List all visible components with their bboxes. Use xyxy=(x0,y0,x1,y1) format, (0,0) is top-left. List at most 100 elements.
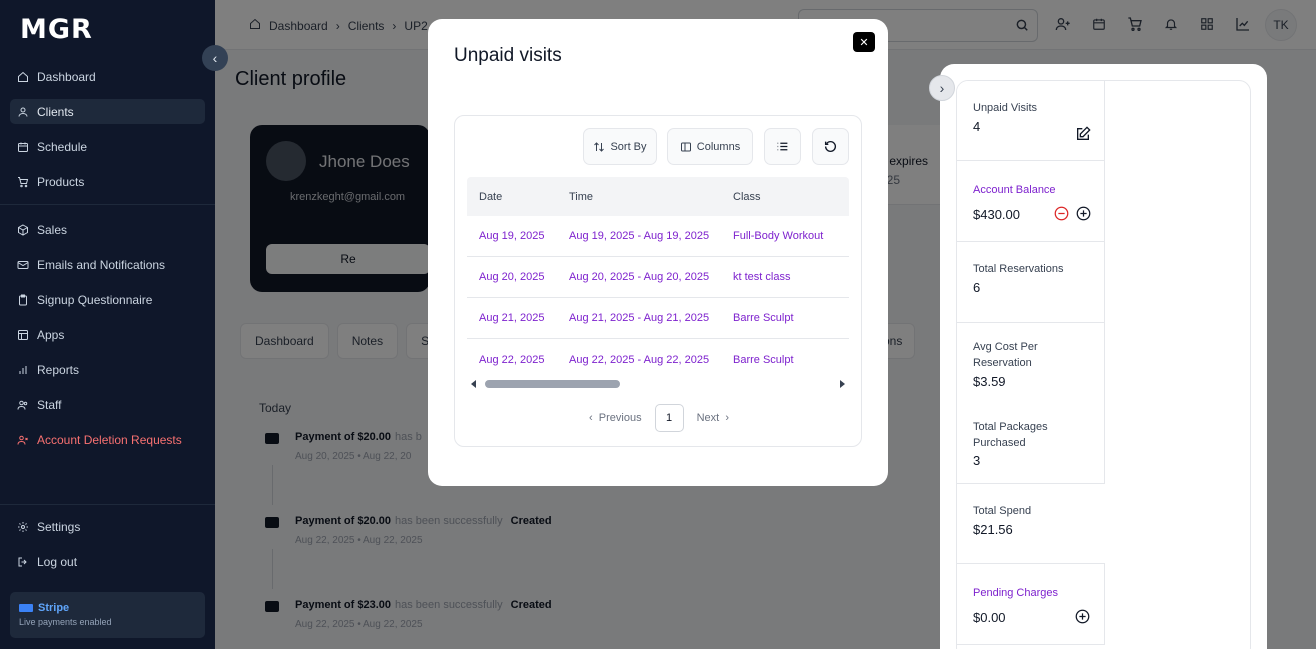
sidebar-item-label: Staff xyxy=(37,397,62,412)
sort-icon xyxy=(594,141,605,152)
clipboard-icon xyxy=(17,294,29,306)
stat-account-balance[interactable]: Account Balance $430.00 xyxy=(957,161,1105,242)
sidebar-item-schedule[interactable]: Schedule xyxy=(10,134,205,159)
sidebar-item-label: Sales xyxy=(37,222,68,237)
stat-value: 3 xyxy=(973,453,981,468)
app-logo: MGR xyxy=(20,14,93,45)
pagination: ‹ Previous 1 Next › xyxy=(455,404,863,432)
stat-label: Avg Cost Per Reservation xyxy=(973,341,1038,369)
stat-label: Total Reservations xyxy=(973,263,1064,275)
edit-icon[interactable] xyxy=(1075,126,1091,142)
stat-total-spend: Total Spend $21.56 xyxy=(957,484,1105,563)
column-header-date[interactable]: Date xyxy=(467,191,557,203)
sidebar-item-sales[interactable]: Sales xyxy=(10,217,205,242)
stat-unpaid-visits[interactable]: Unpaid Visits 4 xyxy=(957,81,1105,161)
column-header-class[interactable]: Class xyxy=(721,191,849,203)
minus-circle-icon[interactable] xyxy=(1054,206,1069,221)
cell-date: Aug 22, 2025 xyxy=(479,353,545,366)
sidebar-item-label: Log out xyxy=(37,554,78,569)
previous-page-button[interactable]: ‹ Previous xyxy=(589,412,642,424)
sidebar-item-products[interactable]: Products xyxy=(10,169,205,194)
close-icon: ✕ xyxy=(859,36,869,49)
drawer-toggle-button[interactable]: › xyxy=(929,75,955,101)
sidebar-item-reports[interactable]: Reports xyxy=(10,357,205,382)
mail-icon xyxy=(17,259,29,271)
plus-circle-icon[interactable] xyxy=(1076,206,1091,221)
modal-title: Unpaid visits xyxy=(454,45,562,66)
stat-total-reservations: Total Reservations 6 xyxy=(957,242,1105,323)
sidebar-nav: Dashboard Clients Schedule Products Sale… xyxy=(0,64,215,462)
sidebar-item-emails[interactable]: Emails and Notifications xyxy=(10,252,205,277)
refresh-icon xyxy=(824,140,837,153)
scrollbar-thumb[interactable] xyxy=(485,380,620,388)
visits-table-card: Sort By Columns Date Time Class Aug 19, … xyxy=(454,115,862,447)
users-icon xyxy=(17,399,29,411)
sidebar-item-staff[interactable]: Staff xyxy=(10,392,205,417)
cell-time: Aug 19, 2025 - Aug 19, 2025 xyxy=(569,230,710,242)
stat-value: $3.59 xyxy=(973,374,1006,389)
apps-icon xyxy=(17,329,29,341)
scroll-right-icon[interactable] xyxy=(840,380,845,388)
user-icon xyxy=(17,106,29,118)
stat-value: $0.00 xyxy=(973,610,1006,625)
stat-value: 6 xyxy=(973,280,981,295)
cell-class: Barre Sculpt xyxy=(733,312,794,324)
scroll-left-icon[interactable] xyxy=(471,380,476,388)
list-icon xyxy=(777,142,788,151)
table-row[interactable]: Aug 19, 2025 Aug 19, 2025 - Aug 19, 2025… xyxy=(467,216,849,257)
sidebar-divider xyxy=(0,504,215,505)
page-number-button[interactable]: 1 xyxy=(654,404,684,432)
calendar-icon xyxy=(17,141,29,153)
unpaid-visits-modal: Unpaid visits ✕ Sort By Columns Date Tim… xyxy=(428,19,888,486)
sort-by-button[interactable]: Sort By xyxy=(583,128,657,165)
stat-label: Account Balance xyxy=(973,184,1056,196)
sidebar-item-settings[interactable]: Settings xyxy=(10,514,205,539)
sidebar-item-label: Emails and Notifications xyxy=(37,257,166,272)
stat-avg-cost: Avg Cost Per Reservation $3.59 xyxy=(957,323,1105,404)
plus-circle-icon[interactable] xyxy=(1075,609,1090,624)
sidebar-item-apps[interactable]: Apps xyxy=(10,322,205,347)
home-icon xyxy=(17,71,29,83)
columns-label: Columns xyxy=(696,140,741,153)
stripe-title-row: Stripe xyxy=(19,602,196,614)
sidebar-item-dashboard[interactable]: Dashboard xyxy=(10,64,205,89)
table-row[interactable]: Aug 22, 2025 Aug 22, 2025 - Aug 22, 2025… xyxy=(467,339,849,380)
stripe-status-card[interactable]: Stripe Live payments enabled xyxy=(10,592,205,638)
stat-label: Total Spend xyxy=(973,505,1032,517)
refresh-button[interactable] xyxy=(812,128,849,165)
stat-value: 4 xyxy=(973,119,981,134)
stat-total-packages: Total Packages Purchased 3 xyxy=(957,403,1105,484)
sidebar-item-label: Schedule xyxy=(37,139,88,154)
sidebar-item-signup-questionnaire[interactable]: Signup Questionnaire xyxy=(10,287,205,312)
sidebar-bottom-nav: Settings Log out xyxy=(10,514,205,584)
columns-icon xyxy=(680,142,691,151)
sidebar-item-label: Signup Questionnaire xyxy=(37,292,153,307)
sidebar-item-clients[interactable]: Clients xyxy=(10,99,205,124)
column-header-time[interactable]: Time xyxy=(557,191,721,203)
stats-panel: Unpaid Visits 4 Account Balance $430.00 … xyxy=(956,80,1251,649)
columns-button[interactable]: Columns xyxy=(667,128,753,165)
sidebar-item-account-deletion-requests[interactable]: Account Deletion Requests xyxy=(10,427,205,452)
list-view-button[interactable] xyxy=(764,128,801,165)
modal-close-button[interactable]: ✕ xyxy=(853,32,875,52)
next-page-button[interactable]: Next › xyxy=(697,412,729,424)
table-row[interactable]: Aug 21, 2025 Aug 21, 2025 - Aug 21, 2025… xyxy=(467,298,849,339)
box-icon xyxy=(17,223,29,236)
logout-icon xyxy=(17,556,29,568)
cell-class: kt test class xyxy=(733,271,791,283)
sidebar-item-logout[interactable]: Log out xyxy=(10,549,205,574)
stripe-status: Live payments enabled xyxy=(19,617,112,627)
sidebar-collapse-button[interactable]: ‹ xyxy=(202,45,228,71)
gear-icon xyxy=(17,521,29,533)
sort-by-label: Sort By xyxy=(610,140,647,153)
cell-date: Aug 20, 2025 xyxy=(479,271,545,283)
sidebar-divider xyxy=(0,204,215,205)
bar-chart-icon xyxy=(17,364,29,376)
stat-pending-charges[interactable]: Pending Charges $0.00 xyxy=(957,563,1105,645)
table-header: Date Time Class xyxy=(467,177,849,216)
table-row[interactable]: Aug 20, 2025 Aug 20, 2025 - Aug 20, 2025… xyxy=(467,257,849,298)
user-x-icon xyxy=(17,434,29,446)
horizontal-scrollbar[interactable] xyxy=(467,377,849,391)
cell-time: Aug 20, 2025 - Aug 20, 2025 xyxy=(569,271,710,283)
chevron-right-icon: › xyxy=(939,80,945,96)
